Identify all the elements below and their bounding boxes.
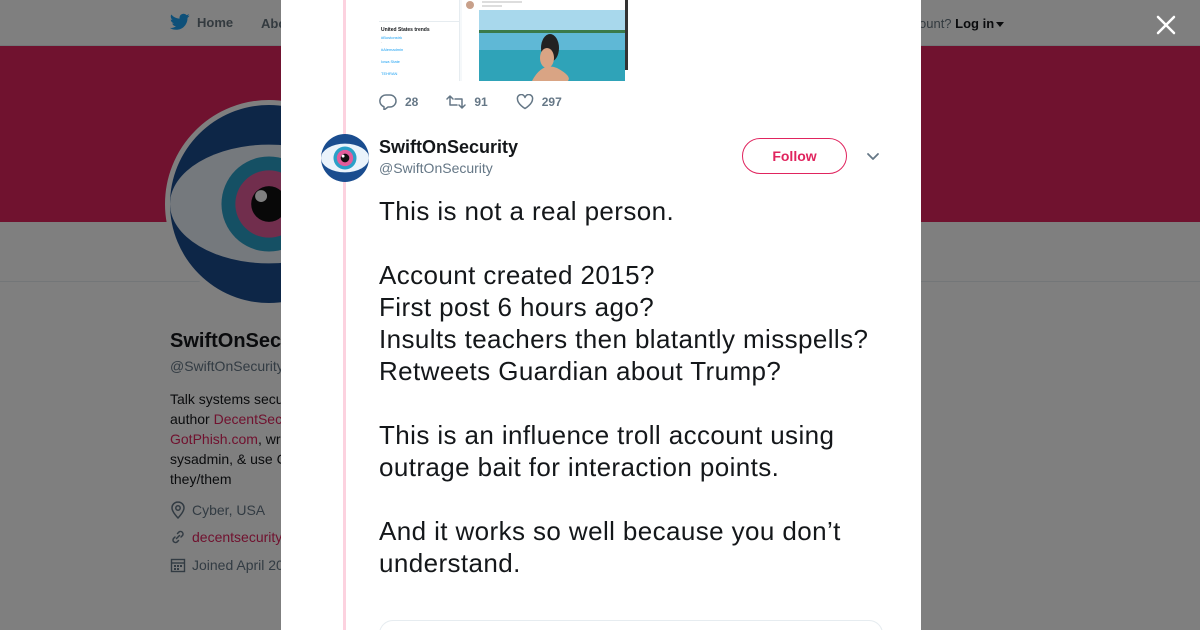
previous-tweet-actions: 28 91 297: [379, 92, 590, 112]
like-count: 297: [541, 95, 562, 109]
tweet-author-name[interactable]: SwiftOnSecurity: [379, 137, 518, 158]
tweet-author-handle[interactable]: @SwiftOnSecurity: [379, 160, 493, 176]
tweet-modal: United States trends #Bostonstrk · #Alem…: [281, 0, 921, 630]
tweet-line: Retweets Guardian about Trump?: [379, 356, 782, 386]
trend-subtext: ·: [381, 41, 383, 45]
trends-screenshot-image: United States trends #Bostonstrk · #Alem…: [379, 0, 460, 81]
trend-item: #Bostonstrk: [381, 35, 403, 40]
retweet-count: 91: [474, 95, 488, 109]
retweet-icon: [446, 95, 467, 109]
tweet-line: And it works so well because you don’t u…: [379, 516, 841, 578]
tweet-line: Account created 2015?: [379, 260, 655, 290]
tweet-author-avatar[interactable]: [321, 134, 369, 182]
chevron-down-icon: [867, 153, 879, 160]
tweet-line: First post 6 hours ago?: [379, 292, 655, 322]
reply-action[interactable]: 28: [379, 94, 418, 110]
heart-icon: [516, 94, 534, 110]
trends-title: United States trends: [381, 27, 430, 33]
more-options-button[interactable]: [866, 149, 880, 163]
beach-photo-image: [462, 0, 641, 81]
screenshot-header: [379, 0, 460, 22]
retweet-action[interactable]: 91: [446, 94, 488, 110]
trend-item: #Alemadmin: [381, 47, 404, 52]
reply-count: 28: [405, 95, 419, 109]
thread-connector: [343, 0, 346, 630]
close-icon: [1156, 15, 1176, 35]
tweet-line-break: [379, 483, 889, 515]
tweet-line: Insults teachers then blatantly misspell…: [379, 324, 869, 354]
eye-avatar-image: [321, 134, 369, 182]
tweet-text: This is not a real person. Account creat…: [379, 195, 889, 579]
beach-photo-graphic: [462, 0, 641, 81]
tweet-line-break: [379, 227, 889, 259]
tweet-line: This is not a real person.: [379, 196, 675, 226]
trend-item: Iowa State: [381, 59, 400, 64]
follow-button[interactable]: Follow: [742, 138, 847, 174]
tweet-line: This is an influence troll account using…: [379, 420, 835, 482]
quoted-card[interactable]: [379, 620, 883, 630]
trend-item: TEHRAN: [381, 71, 398, 76]
tweet-line-break: [379, 387, 889, 419]
previous-tweet-media[interactable]: United States trends #Bostonstrk · #Alem…: [379, 0, 641, 81]
reply-icon: [379, 94, 397, 110]
close-button[interactable]: [1153, 12, 1179, 38]
like-action[interactable]: 297: [516, 94, 562, 110]
